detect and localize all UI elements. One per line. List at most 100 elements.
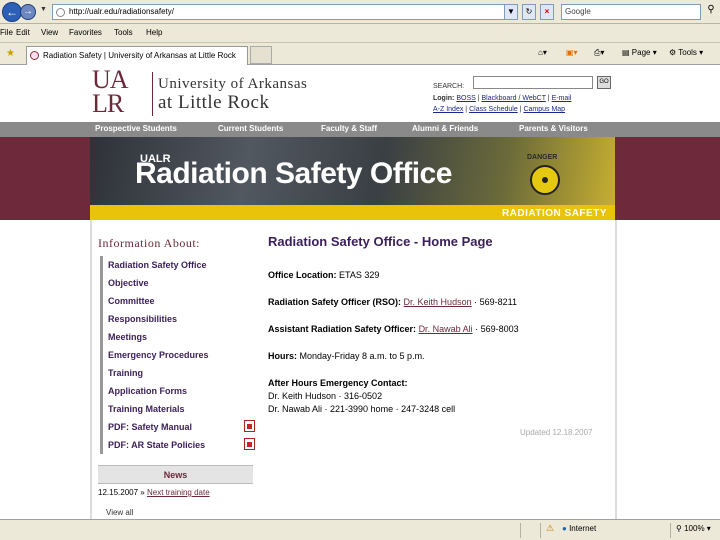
banner-subtitle: RADIATION SAFETY xyxy=(501,208,607,219)
sidebar-item-objective[interactable]: Objective xyxy=(100,274,255,292)
home-icon[interactable]: ⌂▾ xyxy=(538,48,547,57)
forward-arrow-icon[interactable]: → xyxy=(20,4,36,20)
page-doc-icon: ▤ xyxy=(622,48,630,57)
sidebar-item-training[interactable]: Training xyxy=(100,364,255,382)
office-hours: Hours: Monday-Friday 8 a.m. to 5 p.m. xyxy=(268,351,425,361)
sidebar-item-training-materials[interactable]: Training Materials xyxy=(100,400,255,418)
sidebar-item-label: Committee xyxy=(108,296,155,306)
zoom-icon: ⚲ xyxy=(676,524,682,533)
search-icon[interactable]: ⚲ xyxy=(704,4,718,20)
after-hours-label: After Hours Emergency Contact: xyxy=(268,378,408,388)
back-arrow-icon[interactable]: ← xyxy=(2,2,22,22)
nav-faculty-staff[interactable]: Faculty & Staff xyxy=(321,124,377,133)
menu-file[interactable]: File xyxy=(0,28,13,37)
sidebar-item-safety-manual[interactable]: PDF: Safety Manual xyxy=(100,418,255,436)
address-dropdown-icon[interactable]: ▼ xyxy=(504,4,518,20)
sidebar-item-committee[interactable]: Committee xyxy=(100,292,255,310)
sidebar-item-radiation-safety-office[interactable]: Radiation Safety Office xyxy=(100,256,255,274)
sidebar-item-responsibilities[interactable]: Responsibilities xyxy=(100,310,255,328)
campus-map-link[interactable]: Campus Map xyxy=(523,106,565,113)
sidebar-item-label: PDF: AR State Policies xyxy=(108,440,206,450)
browser-search-input[interactable]: Google xyxy=(561,4,701,20)
address-bar[interactable]: http://ualr.edu/radiationsafety/ xyxy=(52,4,514,20)
menu-help[interactable]: Help xyxy=(146,28,162,37)
page-menu-label: Page xyxy=(631,48,651,57)
pdf-icon xyxy=(244,420,255,432)
sidebar-item-meetings[interactable]: Meetings xyxy=(100,328,255,346)
sidebar-nav: Radiation Safety Office Objective Commit… xyxy=(100,256,255,454)
tab-title: Radiation Safety | University of Arkansa… xyxy=(43,51,236,60)
news-link[interactable]: Next training date xyxy=(147,488,210,497)
print-icon[interactable]: ⎙▾ xyxy=(594,48,604,58)
news-separator: » xyxy=(140,488,145,497)
office-location-label: Office Location: xyxy=(268,270,337,280)
menu-view[interactable]: View xyxy=(41,28,58,37)
globe-icon: ● xyxy=(562,524,567,533)
class-schedule-link[interactable]: Class Schedule xyxy=(469,106,518,113)
pdf-icon xyxy=(244,438,255,450)
security-zone-label: Internet xyxy=(569,524,597,533)
rso-label: Radiation Safety Officer (RSO): xyxy=(268,297,402,307)
sidebar-item-label: Meetings xyxy=(108,332,148,342)
tools-menu-button[interactable]: ⚙ Tools ▾ xyxy=(669,48,703,57)
arso-name-link[interactable]: Dr. Nawab Ali xyxy=(419,324,473,334)
rso-name-link[interactable]: Dr. Keith Hudson xyxy=(404,297,472,307)
protected-mode-icon: ⚠ xyxy=(546,523,555,533)
zoom-control[interactable]: ⚲ 100% ▾ xyxy=(676,524,711,533)
after-hours-label-text: After Hours Emergency Contact: xyxy=(268,378,408,388)
stop-icon[interactable]: × xyxy=(540,4,554,20)
sidebar-item-label: Training Materials xyxy=(108,404,185,414)
news-item: 12.15.2007 » Next training date xyxy=(98,488,210,497)
logo-divider xyxy=(152,72,153,116)
az-index-link[interactable]: A-Z Index xyxy=(433,106,463,113)
nav-alumni-friends[interactable]: Alumni & Friends xyxy=(412,124,478,133)
history-dropdown-icon[interactable]: ▼ xyxy=(40,6,47,13)
sidebar-item-label: Training xyxy=(108,368,144,378)
security-zone: ● Internet xyxy=(562,524,596,533)
nav-prospective-students[interactable]: Prospective Students xyxy=(95,124,177,133)
login-email-link[interactable]: E-mail xyxy=(552,95,572,102)
banner-title: Radiation Safety Office xyxy=(135,157,452,190)
quick-links: A-Z Index | Class Schedule | Campus Map xyxy=(433,106,566,113)
address-toolbar: ← → ▼ http://ualr.edu/radiationsafety/ ▼… xyxy=(0,0,720,24)
menu-favorites[interactable]: Favorites xyxy=(69,28,102,37)
sidebar-item-label: Objective xyxy=(108,278,149,288)
status-divider xyxy=(520,523,521,538)
menu-tools[interactable]: Tools xyxy=(114,28,133,37)
tab-radiation-safety[interactable]: Radiation Safety | University of Arkansa… xyxy=(26,46,248,65)
nav-parents-visitors[interactable]: Parents & Visitors xyxy=(519,124,588,133)
page-menu-button[interactable]: ▤ Page ▾ xyxy=(622,48,657,57)
office-location-value: ETAS 329 xyxy=(339,270,380,280)
nav-current-students[interactable]: Current Students xyxy=(218,124,283,133)
menu-bar: File Edit View Favorites Tools Help xyxy=(0,24,720,43)
status-bar: ⚠ ● Internet ⚲ 100% ▾ xyxy=(0,519,720,540)
sidebar-item-ar-state-policies[interactable]: PDF: AR State Policies xyxy=(100,436,255,454)
refresh-icon[interactable]: ↻ xyxy=(522,4,536,20)
arso-label: Assistant Radiation Safety Officer: xyxy=(268,324,417,334)
site-search-input[interactable] xyxy=(473,76,593,89)
sidebar-item-label: Emergency Procedures xyxy=(108,350,209,360)
rso-contact: Radiation Safety Officer (RSO): Dr. Keit… xyxy=(268,297,517,307)
tools-menu-label: Tools xyxy=(678,48,697,57)
news-view-all-link[interactable]: View all xyxy=(106,508,133,517)
radiation-trefoil-icon xyxy=(530,165,560,195)
news-date: 12.15.2007 xyxy=(98,488,139,497)
login-blackboard-link[interactable]: Blackboard / WebCT xyxy=(482,95,546,102)
tab-favicon-icon xyxy=(30,51,39,60)
ualr-logo[interactable]: UA LR xyxy=(92,67,129,117)
hours-value: Monday-Friday 8 a.m. to 5 p.m. xyxy=(299,351,425,361)
sidebar-item-emergency-procedures[interactable]: Emergency Procedures xyxy=(100,346,255,364)
new-tab-button[interactable] xyxy=(250,46,272,64)
sidebar-item-label: Responsibilities xyxy=(108,314,178,324)
logo-university-name: University of Arkansas xyxy=(158,76,308,92)
gear-icon: ⚙ xyxy=(669,48,677,57)
login-boss-link[interactable]: BOSS xyxy=(456,95,475,102)
page-favicon-icon xyxy=(56,8,65,17)
sidebar-item-application-forms[interactable]: Application Forms xyxy=(100,382,255,400)
office-location: Office Location: ETAS 329 xyxy=(268,270,379,280)
browser-search-placeholder: Google xyxy=(565,7,591,16)
favorites-star-icon[interactable]: ★ xyxy=(6,48,15,59)
menu-edit[interactable]: Edit xyxy=(16,28,30,37)
site-search-go-button[interactable]: GO xyxy=(597,76,611,89)
feeds-icon[interactable]: ▣▾ xyxy=(566,48,578,57)
